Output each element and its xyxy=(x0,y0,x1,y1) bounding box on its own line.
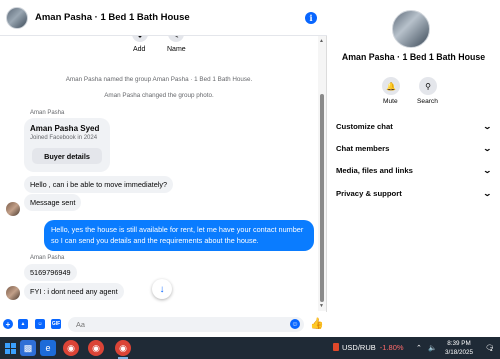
chat-header: Aman Pasha · 1 Bed 1 Bath House i xyxy=(0,0,327,36)
message-list: ● Add ✎ Name Aman Pasha named the group … xyxy=(0,36,318,311)
notifications-icon[interactable]: 🗨 2 xyxy=(483,342,495,354)
plus-icon[interactable]: + xyxy=(3,319,13,329)
menu-chat-members[interactable]: Chat members ⌄ xyxy=(336,141,493,155)
tray-chevron-up-icon[interactable]: ⌃ xyxy=(416,344,422,352)
menu-media-files-links[interactable]: Media, files and links ⌄ xyxy=(336,163,493,177)
sticker-icon[interactable]: ☺ xyxy=(35,319,45,329)
profile-card: Aman Pasha Syed Joined Facebook in 2024 … xyxy=(24,118,110,172)
menu-label: Media, files and links xyxy=(336,165,413,175)
composer: + ▲ ☺ GIF ☺ 👍 xyxy=(0,312,327,337)
message-scrollbar[interactable]: ▲ ▼ xyxy=(318,36,326,311)
edge-browser-icon[interactable]: e xyxy=(40,340,56,356)
system-message: Aman Pasha changed the group photo. xyxy=(104,92,214,99)
group-avatar-large[interactable] xyxy=(392,10,430,48)
group-avatar[interactable] xyxy=(6,6,28,29)
menu-label: Chat members xyxy=(336,143,390,153)
chat-pane: Aman Pasha · 1 Bed 1 Bath House i ● Add … xyxy=(0,0,327,337)
add-label[interactable]: Add xyxy=(133,46,145,53)
sender-avatar[interactable] xyxy=(6,286,20,300)
incoming-message[interactable]: 5169796949 xyxy=(24,264,77,281)
ticker-widget[interactable]: USD/RUB -1.80% xyxy=(333,343,404,352)
scroll-down-arrow-icon[interactable]: ▼ xyxy=(319,303,324,309)
messenger-window: Aman Pasha · 1 Bed 1 Bath House i ● Add … xyxy=(0,0,500,337)
mute-label[interactable]: Mute xyxy=(383,98,398,105)
name-label[interactable]: Name xyxy=(167,46,186,53)
search-label[interactable]: Search xyxy=(417,98,438,105)
bell-icon[interactable]: 🔔 xyxy=(382,77,400,95)
notification-count: 2 xyxy=(490,347,493,353)
incoming-message[interactable]: FYI : i dont need any agent xyxy=(24,283,124,300)
profile-joined: Joined Facebook in 2024 xyxy=(30,135,98,141)
details-panel: Aman Pasha · 1 Bed 1 Bath House 🔔 Mute ⚲… xyxy=(327,0,500,337)
scroll-thumb[interactable] xyxy=(320,94,324,302)
incoming-message[interactable]: Message sent xyxy=(24,194,82,211)
scroll-up-arrow-icon[interactable]: ▲ xyxy=(319,38,324,44)
search-icon[interactable]: ⚲ xyxy=(419,77,437,95)
thumbs-up-icon[interactable]: 👍 xyxy=(310,317,324,330)
emoji-icon[interactable]: ☺ xyxy=(290,319,300,329)
menu-privacy-support[interactable]: Privacy & support ⌄ xyxy=(336,186,493,200)
chevron-down-icon: ⌄ xyxy=(482,143,493,153)
buyer-details-button[interactable]: Buyer details xyxy=(32,148,102,164)
menu-label: Privacy & support xyxy=(336,188,402,198)
chevron-down-icon: ⌄ xyxy=(482,188,493,198)
info-icon[interactable]: i xyxy=(305,12,317,24)
sender-avatar[interactable] xyxy=(6,202,20,216)
arrow-down-icon: ↓ xyxy=(159,283,165,295)
task-view-icon[interactable]: ▩ xyxy=(20,340,36,356)
add-person-icon[interactable]: ● xyxy=(132,36,148,42)
windows-start-icon[interactable] xyxy=(2,340,18,356)
chevron-down-icon: ⌄ xyxy=(482,165,493,175)
volume-icon[interactable]: 🔈 xyxy=(428,344,437,352)
clock-date: 3/18/2025 xyxy=(444,349,473,357)
profile-name: Aman Pasha Syed xyxy=(30,124,100,133)
chevron-down-icon: ⌄ xyxy=(482,121,493,131)
outgoing-message[interactable]: Hello, yes the house is still available … xyxy=(44,220,314,252)
clock[interactable]: 8:39 PM 3/18/2025 xyxy=(440,339,478,357)
menu-customize-chat[interactable]: Customize chat ⌄ xyxy=(336,119,493,133)
ticker-change: -1.80% xyxy=(379,343,404,352)
chrome-icon[interactable]: ◉ xyxy=(115,340,131,356)
clock-time: 8:39 PM xyxy=(447,340,471,347)
chat-title[interactable]: Aman Pasha · 1 Bed 1 Bath House xyxy=(35,12,190,23)
quick-actions: ● Add ✎ Name xyxy=(0,36,318,58)
chrome-icon[interactable]: ◉ xyxy=(63,340,79,356)
sender-name: Aman Pasha xyxy=(30,110,65,116)
ticker-symbol: USD/RUB xyxy=(342,343,376,352)
trend-down-icon xyxy=(333,343,339,351)
menu-label: Customize chat xyxy=(336,121,393,131)
gif-icon[interactable]: GIF xyxy=(51,319,61,329)
image-icon[interactable]: ▲ xyxy=(18,319,28,329)
message-input[interactable] xyxy=(68,317,304,332)
system-message: Aman Pasha named the group Aman Pasha · … xyxy=(65,76,253,83)
scroll-to-bottom-button[interactable]: ↓ xyxy=(152,279,172,299)
incoming-message[interactable]: Hello , can i be able to move immediatel… xyxy=(24,176,174,193)
panel-title: Aman Pasha · 1 Bed 1 Bath House xyxy=(341,52,486,62)
pencil-icon[interactable]: ✎ xyxy=(168,36,184,42)
sender-name: Aman Pasha xyxy=(30,255,65,261)
taskbar: ▩ e ◉ ◉ ◉ USD/RUB -1.80% ⌃ 🔈 8:39 PM 3/18… xyxy=(0,337,500,359)
chrome-icon[interactable]: ◉ xyxy=(88,340,104,356)
